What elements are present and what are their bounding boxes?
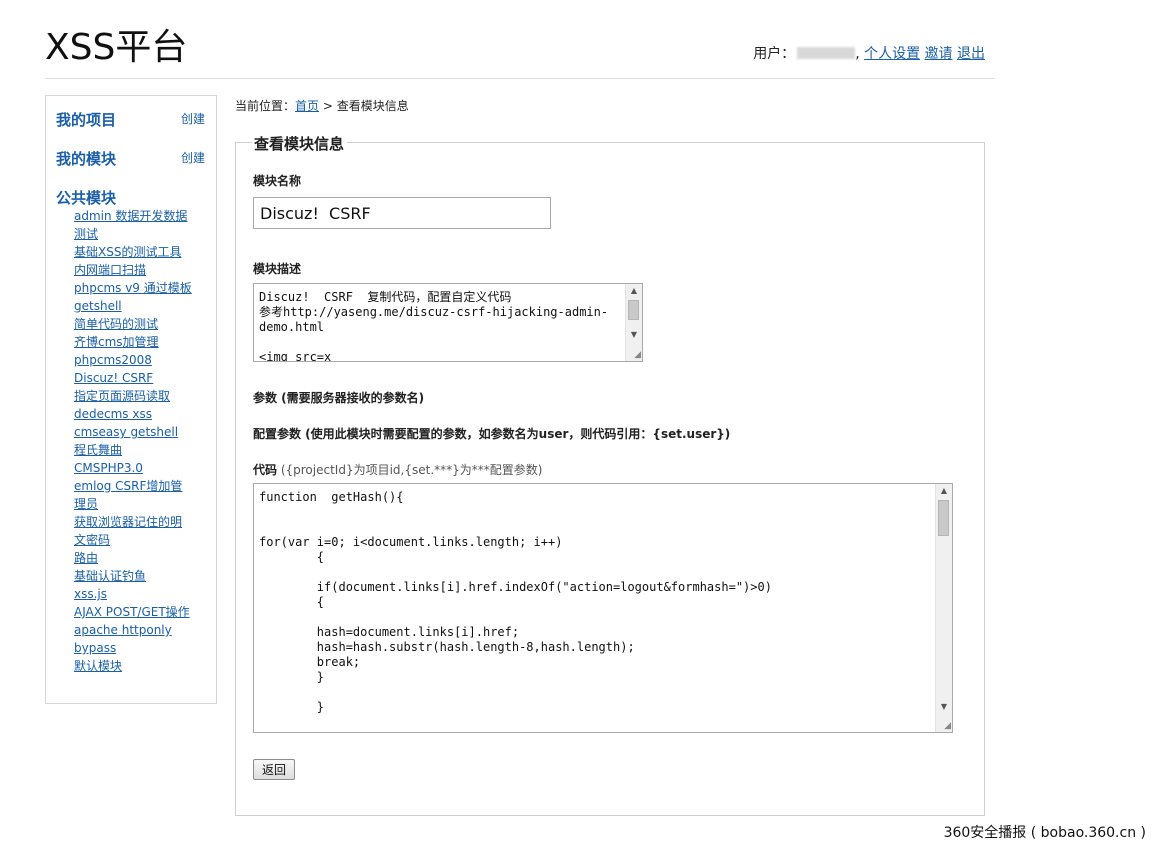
config-params-label: 配置参数 (使用此模块时需要配置的参数，如参数名为user，则代码引用：{set… (253, 427, 731, 441)
profile-settings-link[interactable]: 个人设置 (864, 46, 920, 62)
public-module-item: AJAX POST/GET操作 (74, 603, 202, 621)
public-module-item: 获取浏览器记住的明 (74, 513, 202, 531)
public-module-item: 理员 (74, 495, 202, 513)
public-module-item: 内网端口扫描 (74, 261, 202, 279)
module-desc-textarea[interactable]: Discuz! CSRF 复制代码，配置自定义代码 参考http://yasen… (253, 283, 643, 362)
public-module-item: phpcms v9 通过模板 (74, 279, 202, 297)
public-module-link[interactable]: bypass (74, 641, 116, 655)
code-label-hint: ({projectId}为项目id,{set.***}为***配置参数) (277, 463, 543, 477)
public-module-link[interactable]: 获取浏览器记住的明 (74, 515, 182, 529)
header: XSS平台 用户：, 个人设置 邀请 退出 (45, 0, 995, 79)
public-module-item: Discuz! CSRF (74, 369, 202, 387)
public-module-item: cmseasy getshell (74, 423, 202, 441)
my-projects-link[interactable]: 我的项目 (56, 109, 116, 130)
public-module-link[interactable]: getshell (74, 299, 122, 313)
public-module-link[interactable]: dedecms xss (74, 407, 152, 421)
public-module-item: 简单代码的测试 (74, 315, 202, 333)
scroll-up-icon[interactable]: ▲ (936, 484, 952, 498)
resize-grip-icon[interactable]: ◢ (941, 721, 951, 731)
public-module-link[interactable]: xss.js (74, 587, 107, 601)
public-module-link[interactable]: AJAX POST/GET操作 (74, 605, 190, 619)
breadcrumb-sep: > (319, 99, 337, 113)
public-module-link[interactable]: cmseasy getshell (74, 425, 178, 439)
public-module-link[interactable]: admin 数据开发数据 (74, 209, 187, 223)
public-module-link[interactable]: Discuz! CSRF (74, 371, 153, 385)
breadcrumb-prefix: 当前位置： (235, 99, 296, 113)
public-module-item: 齐博cms加管理 (74, 333, 202, 351)
public-module-item: 默认模块 (74, 657, 202, 675)
site-logo: XSS平台 (45, 27, 188, 68)
code-label-text: 代码 (253, 463, 278, 477)
module-desc-text: Discuz! CSRF 复制代码，配置自定义代码 参考http://yasen… (259, 290, 609, 362)
public-module-item: CMSPHP3.0 (74, 459, 202, 477)
public-module-list: admin 数据开发数据 测试基础XSS的测试工具 内网端口扫描 phpcms v9 … (74, 207, 202, 675)
public-module-link[interactable]: 默认模块 (74, 659, 122, 673)
watermark: 360安全播报 ( bobao.360.cn ) (943, 825, 1146, 841)
public-module-link[interactable]: 简单代码的测试 (74, 317, 158, 331)
public-module-item: 路由 (74, 549, 202, 567)
scroll-down-icon[interactable]: ▼ (626, 328, 642, 342)
public-module-item: apache httponly (74, 621, 202, 639)
code-scrollbar[interactable]: ▲ ▼ (935, 484, 952, 732)
scroll-down-icon[interactable]: ▼ (936, 700, 952, 714)
module-name-input[interactable] (253, 197, 551, 229)
public-module-item: 基础XSS的测试工具 (74, 243, 202, 261)
sidebar: 我的项目 创建 我的模块 创建 公共模块 admin 数据开发数据 测试基础XSS… (45, 95, 217, 704)
public-module-link[interactable]: 路由 (74, 551, 98, 565)
user-bar: 用户：, 个人设置 邀请 退出 (753, 43, 985, 63)
code-textarea[interactable]: function getHash(){ for(var i=0; i<docum… (253, 483, 953, 733)
public-module-item: 指定页面源码读取 (74, 387, 202, 405)
back-button[interactable]: 返回 (253, 759, 295, 780)
public-module-link[interactable]: CMSPHP3.0 (74, 461, 143, 475)
public-module-item: 基础认证钓鱼 (74, 567, 202, 585)
public-module-link[interactable]: apache httponly (74, 623, 172, 637)
public-module-item: xss.js (74, 585, 202, 603)
public-module-item: bypass (74, 639, 202, 657)
masked-username (797, 47, 856, 59)
public-module-item: dedecms xss (74, 405, 202, 423)
public-module-link[interactable]: 齐博cms加管理 (74, 335, 159, 349)
code-text: function getHash(){ for(var i=0; i<docum… (259, 490, 772, 714)
public-module-link[interactable]: phpcms v9 通过模板 (74, 281, 192, 295)
invite-link[interactable]: 邀请 (925, 46, 953, 62)
create-module-link[interactable]: 创建 (181, 149, 205, 166)
breadcrumb: 当前位置：首页 > 查看模块信息 (235, 97, 409, 114)
public-module-link[interactable]: 基础XSS的测试工具 (74, 245, 181, 259)
my-modules-link[interactable]: 我的模块 (56, 148, 116, 169)
user-sep: , (855, 46, 860, 62)
public-module-item: emlog CSRF增加管 (74, 477, 202, 495)
breadcrumb-current: 查看模块信息 (336, 99, 409, 113)
public-module-item: phpcms2008 (74, 351, 202, 369)
public-module-link[interactable]: 测试 (74, 227, 98, 241)
public-module-link[interactable]: 基础认证钓鱼 (74, 569, 146, 583)
code-label: 代码 ({projectId}为项目id,{set.***}为***配置参数) (253, 461, 542, 478)
public-module-link[interactable]: 文密码 (74, 533, 110, 547)
scroll-thumb[interactable] (938, 500, 949, 536)
module-name-label: 模块名称 (253, 174, 302, 188)
public-module-link[interactable]: emlog CSRF增加管 (74, 479, 182, 493)
logout-link[interactable]: 退出 (957, 46, 985, 62)
public-module-link[interactable]: 指定页面源码读取 (74, 389, 170, 403)
public-module-item: 程氏舞曲 (74, 441, 202, 459)
scroll-up-icon[interactable]: ▲ (626, 284, 642, 298)
public-modules-heading: 公共模块 (56, 189, 117, 207)
module-desc-label: 模块描述 (253, 262, 302, 276)
user-label: 用户： (753, 46, 796, 62)
resize-grip-icon[interactable]: ◢ (631, 350, 641, 360)
public-module-item: 测试 (74, 225, 202, 243)
public-module-link[interactable]: 理员 (74, 497, 98, 511)
params-label: 参数 (需要服务器接收的参数名) (253, 391, 425, 405)
public-module-item: getshell (74, 297, 202, 315)
public-module-link[interactable]: phpcms2008 (74, 353, 152, 367)
public-module-item: admin 数据开发数据 (74, 207, 202, 225)
create-project-link[interactable]: 创建 (181, 110, 205, 127)
scroll-thumb[interactable] (628, 300, 639, 320)
panel-legend: 查看模块信息 (252, 133, 348, 154)
public-module-item: 文密码 (74, 531, 202, 549)
breadcrumb-home-link[interactable]: 首页 (295, 99, 319, 113)
public-module-link[interactable]: 内网端口扫描 (74, 263, 146, 277)
public-module-link[interactable]: 程氏舞曲 (74, 443, 122, 457)
